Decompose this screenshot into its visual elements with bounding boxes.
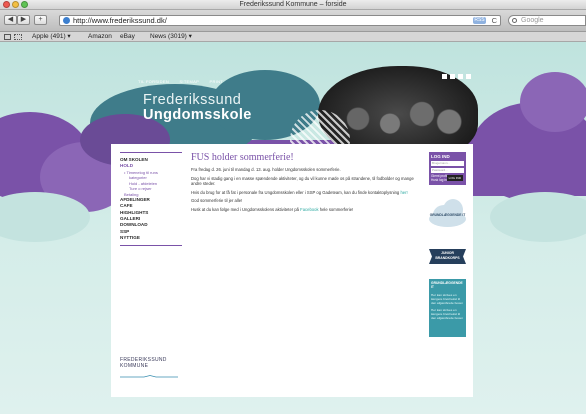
password-field[interactable]: Password... (431, 167, 464, 173)
top-navigation: TIL FORSIDEN SITEMAP PRINT (138, 79, 232, 84)
top-sites-icon[interactable] (14, 34, 22, 40)
grund-label: GRUNDLÆGGENDE IT (429, 213, 466, 217)
article-paragraph: Husk at du kan følge med i Ungdomsskolen… (191, 207, 419, 212)
paragraph-text: hele sommerferie! (319, 207, 354, 213)
cloud-decoration (520, 72, 586, 132)
municipality-wave-icon (120, 375, 178, 378)
web-page: TIL FORSIDEN SITEMAP PRINT Frederikssund… (0, 42, 586, 414)
share-icon[interactable] (442, 74, 447, 79)
info-box-title: GRUNDLÆGGENDE IT (431, 281, 463, 289)
search-field[interactable]: Google (508, 15, 586, 26)
info-box-text: Her kan skrives en længere brød tekst ti… (431, 293, 463, 305)
username-field[interactable]: Brugernavn... (431, 161, 464, 166)
bookmarks-bar: Apple (491) ▾ Amazon eBay News (3019) ▾ (0, 32, 586, 42)
nav-item-nyttige[interactable]: NYTTIGE (120, 235, 182, 241)
municipality-line2: KOMMUNE (120, 362, 149, 369)
bookmark-amazon[interactable]: Amazon (88, 32, 112, 42)
grundlaeggende-it-banner[interactable]: GRUNDLÆGGENDE IT (429, 199, 466, 229)
facebook-link[interactable]: Facebook (300, 207, 318, 212)
left-navigation: OM SKOLEN HOLD • Timenelog til runs kate… (120, 152, 182, 250)
info-box[interactable]: GRUNDLÆGGENDE IT Her kan skrives en læng… (429, 279, 466, 337)
search-placeholder: Google (521, 17, 544, 24)
article-paragraph: Fra fredag d. 26. juni til mandag d. 13.… (191, 167, 341, 172)
mail-icon[interactable] (466, 74, 471, 79)
site-logo-line2[interactable]: Ungdomsskole (143, 107, 252, 123)
municipality-logo[interactable]: FREDERIKSSUND KOMMUNE (120, 357, 167, 369)
browser-toolbar: ◀ ▶ + http://www.frederikssund.dk/ RSS C… (0, 10, 586, 32)
contact-link[interactable]: her! (400, 190, 407, 195)
url-field[interactable]: http://www.frederikssund.dk/ RSS C (59, 15, 501, 26)
nav-divider (120, 152, 182, 153)
bookmark-ebay[interactable]: eBay (120, 32, 135, 42)
paragraph-text: Hvis du brug for at få fat i personale f… (191, 189, 400, 195)
forward-button[interactable]: ▶ (17, 15, 30, 25)
window-title: Frederikssund Kommune – forside (239, 1, 347, 8)
nav-divider (120, 245, 182, 247)
junior-brandkorps-banner[interactable]: JUNIOR BRANDKORPS (429, 249, 466, 264)
content-panel: OM SKOLEN HOLD • Timenelog til runs kate… (111, 144, 473, 397)
share-icons (442, 74, 471, 79)
url-text: http://www.frederikssund.dk/ (73, 16, 167, 25)
facebook-icon[interactable] (450, 74, 455, 79)
article-headline: FUS holder sommerferie! (191, 152, 294, 163)
login-button[interactable]: LOG IND (446, 175, 463, 181)
article: FUS holder sommerferie! Fra fredag d. 26… (191, 152, 419, 216)
bookmark-news[interactable]: News (3019) ▾ (150, 32, 192, 42)
bookmark-apple[interactable]: Apple (491) ▾ (32, 32, 71, 42)
topnav-home-link[interactable]: TIL FORSIDEN (138, 79, 169, 84)
sidebar-toggle-icon[interactable] (4, 34, 11, 40)
globe-icon (63, 17, 70, 24)
right-sidebar: LOG IND Brugernavn... Password... Glemt … (429, 152, 466, 337)
login-title: LOG IND (431, 154, 450, 159)
article-paragraph: Hvis du brug for at få fat i personale f… (191, 190, 419, 195)
site-logo-line1[interactable]: Frederikssund (143, 92, 241, 108)
topnav-sitemap-link[interactable]: SITEMAP (179, 79, 199, 84)
topnav-print-link[interactable]: PRINT (210, 79, 224, 84)
junior-line2: BRANDKORPS (435, 256, 460, 260)
article-paragraph: Dog har vi stadig gang i en masse spænde… (191, 175, 414, 186)
cloud-decoration (490, 192, 586, 242)
paragraph-text: Husk at du kan følge med i Ungdomsskolen… (191, 207, 299, 213)
login-box: LOG IND Brugernavn... Password... Glemt … (429, 152, 466, 185)
reload-button[interactable]: C (492, 16, 497, 26)
print-icon[interactable] (458, 74, 463, 79)
rss-button[interactable]: RSS (473, 17, 486, 24)
article-paragraph: God sommerferie til jer alle! (191, 198, 243, 204)
search-icon (512, 18, 517, 23)
back-button[interactable]: ◀ (4, 15, 17, 25)
add-bookmark-button[interactable]: + (34, 15, 47, 25)
window-titlebar: Frederikssund Kommune – forside (0, 0, 586, 10)
info-box-text: Her kan skrives en længere brød tekst ti… (431, 307, 463, 320)
